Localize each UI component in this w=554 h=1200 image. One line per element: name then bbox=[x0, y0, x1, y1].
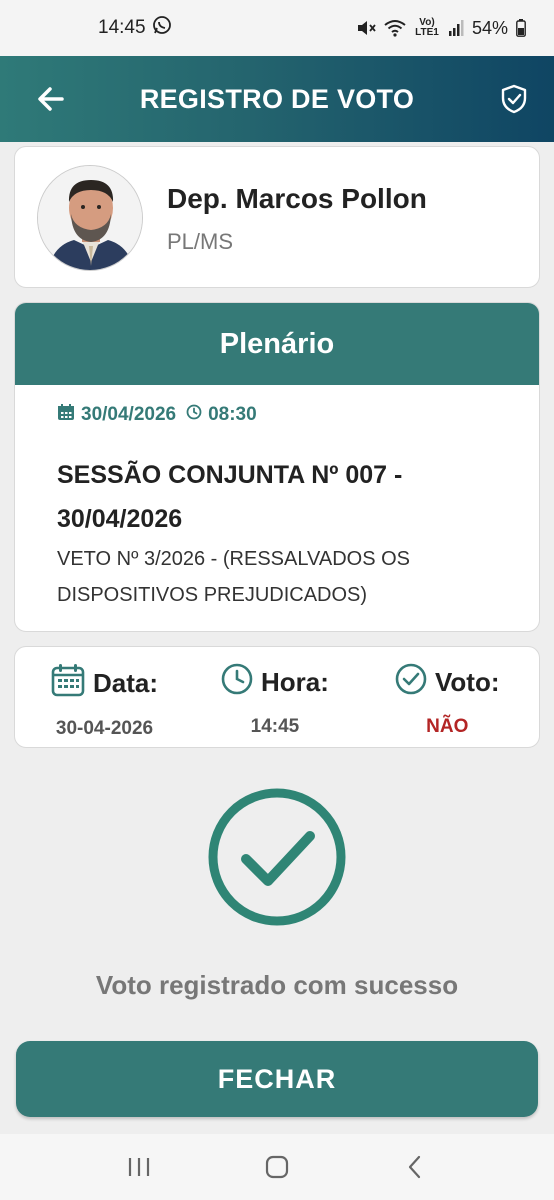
status-left: 14:45 bbox=[98, 15, 172, 41]
vote-date-label: Data: bbox=[93, 668, 159, 698]
home-icon bbox=[265, 1155, 289, 1179]
whatsapp-icon bbox=[152, 15, 172, 41]
wifi-icon bbox=[384, 19, 406, 37]
recent-apps-button[interactable] bbox=[119, 1147, 159, 1187]
vote-choice-label: Voto: bbox=[435, 667, 500, 697]
app-bar: REGISTRO DE VOTO bbox=[0, 56, 554, 142]
session-title: SESSÃO CONJUNTA Nº 007 - 30/04/2026 bbox=[57, 461, 403, 533]
battery-icon bbox=[516, 19, 526, 37]
system-nav-bar bbox=[0, 1134, 554, 1200]
recent-apps-icon bbox=[128, 1158, 150, 1176]
vote-date-value: 30-04-2026 bbox=[55, 718, 154, 739]
clock-icon bbox=[221, 663, 253, 702]
status-right: Vo) LTE1 54% bbox=[356, 18, 526, 39]
session-time: 08:30 bbox=[208, 404, 257, 425]
vote-choice-column: Voto: NÃO bbox=[395, 663, 500, 738]
deputy-party: PL/MS bbox=[167, 229, 234, 254]
calendar-icon bbox=[57, 403, 75, 427]
session-location: Plenário bbox=[15, 303, 539, 385]
signal-icon bbox=[448, 20, 464, 36]
vote-time-value: 14:45 bbox=[250, 716, 300, 737]
vote-date-column: Data: 30-04-2026 bbox=[51, 663, 158, 740]
status-bar: 14:45 Vo) LTE1 54% bbox=[0, 0, 554, 56]
session-datetime: 30/04/2026 08:30 bbox=[57, 403, 257, 427]
deputy-name: Dep. Marcos Pollon bbox=[167, 183, 427, 214]
shield-check-icon[interactable] bbox=[500, 84, 528, 114]
battery-text: 54% bbox=[471, 17, 508, 38]
vote-time-column: Hora: 14:45 bbox=[221, 663, 329, 738]
deputy-card: Dep. Marcos Pollon PL/MS bbox=[14, 146, 540, 288]
vote-time-label: Hora: bbox=[261, 667, 329, 697]
close-button[interactable]: FECHAR bbox=[16, 1041, 538, 1117]
session-card: Plenário 30/04/2026 08:30 SESSÃO CONJUNT… bbox=[14, 302, 540, 632]
vote-info-card: Data: 30-04-2026 Hora: 14:45 Voto: NÃO bbox=[14, 646, 540, 748]
mute-icon bbox=[356, 19, 376, 37]
chevron-left-icon bbox=[408, 1155, 421, 1179]
status-time: 14:45 bbox=[98, 17, 146, 38]
success-check-icon bbox=[206, 786, 348, 928]
page-title: REGISTRO DE VOTO bbox=[139, 83, 415, 114]
calendar-icon bbox=[51, 663, 85, 704]
session-description: VETO Nº 3/2026 - (RESSALVADOS OS DISPOSI… bbox=[57, 548, 410, 606]
session-date: 30/04/2026 bbox=[81, 404, 177, 425]
home-button[interactable] bbox=[257, 1147, 297, 1187]
network-label: Vo) LTE1 bbox=[415, 17, 439, 38]
vote-choice-value: NÃO bbox=[426, 716, 469, 737]
success-message: Voto registrado com sucesso bbox=[95, 970, 459, 1000]
clock-icon bbox=[186, 404, 202, 426]
avatar bbox=[37, 165, 143, 271]
system-back-button[interactable] bbox=[395, 1147, 435, 1187]
check-circle-icon bbox=[395, 663, 427, 702]
